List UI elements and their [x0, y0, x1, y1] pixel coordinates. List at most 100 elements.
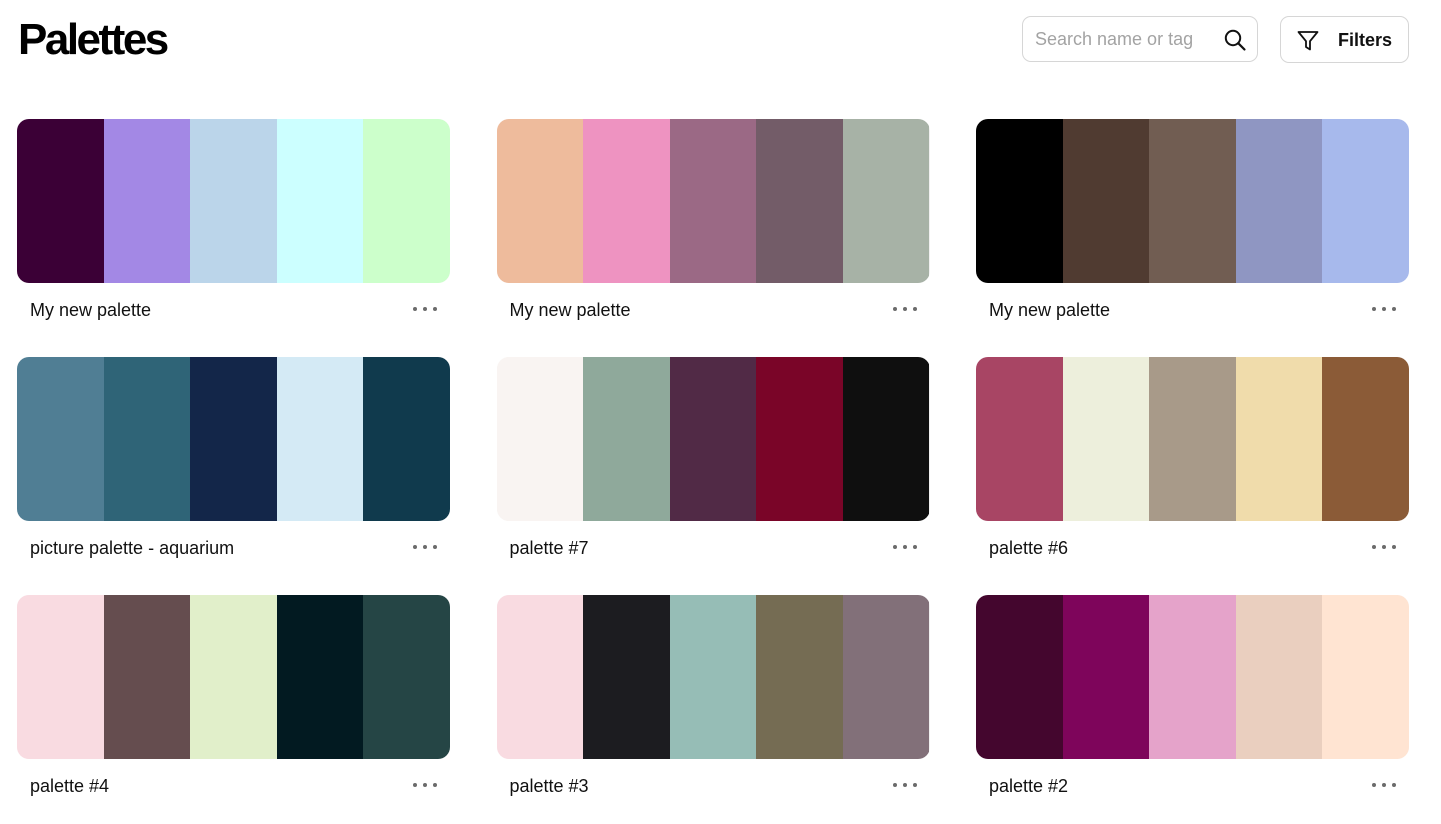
color-swatch[interactable]	[1322, 357, 1409, 521]
palette-card[interactable]: palette #2	[976, 595, 1409, 801]
filter-icon	[1297, 31, 1319, 51]
color-swatch[interactable]	[496, 357, 584, 521]
palette-name[interactable]: palette #6	[989, 538, 1068, 558]
palette-swatches[interactable]	[17, 357, 450, 521]
color-swatch[interactable]	[756, 119, 843, 283]
palette-swatches[interactable]	[17, 595, 450, 759]
color-swatch[interactable]	[103, 119, 191, 283]
color-swatch[interactable]	[103, 357, 191, 521]
color-swatch[interactable]	[276, 595, 364, 759]
color-swatch[interactable]	[1149, 357, 1236, 521]
color-swatch[interactable]	[1062, 357, 1150, 521]
color-swatch[interactable]	[669, 357, 757, 521]
color-swatch[interactable]	[1235, 595, 1323, 759]
palette-swatches[interactable]	[496, 595, 930, 759]
color-swatch[interactable]	[17, 119, 104, 283]
color-swatch[interactable]	[1149, 595, 1236, 759]
palette-card[interactable]: palette #4	[17, 595, 450, 801]
color-swatch[interactable]	[190, 357, 277, 521]
palette-card[interactable]: palette #6	[976, 357, 1409, 563]
palette-name[interactable]: palette #4	[30, 776, 109, 796]
more-horizontal-icon	[892, 307, 917, 311]
card-footer: palette #2	[976, 759, 1409, 801]
color-swatch[interactable]	[496, 595, 584, 759]
palette-card[interactable]: picture palette - aquarium	[17, 357, 450, 563]
color-swatch[interactable]	[363, 595, 450, 759]
search-box[interactable]	[1022, 16, 1258, 62]
page-title: Palettes	[18, 15, 169, 64]
card-footer: palette #4	[17, 759, 450, 801]
card-footer: palette #7	[497, 521, 930, 563]
palette-swatches[interactable]	[17, 119, 450, 283]
color-swatch[interactable]	[276, 119, 364, 283]
more-horizontal-icon	[1372, 307, 1396, 311]
more-options-button[interactable]	[1371, 773, 1397, 797]
color-swatch[interactable]	[1062, 595, 1150, 759]
palette-swatches[interactable]	[496, 119, 930, 283]
color-swatch[interactable]	[276, 357, 364, 521]
more-options-button[interactable]	[892, 535, 918, 559]
color-swatch[interactable]	[583, 119, 670, 283]
color-swatch[interactable]	[363, 119, 450, 283]
color-swatch[interactable]	[756, 595, 843, 759]
more-horizontal-icon	[1372, 783, 1396, 787]
color-swatch[interactable]	[842, 357, 930, 521]
color-swatch[interactable]	[1235, 357, 1323, 521]
palette-card[interactable]: palette #7	[496, 357, 930, 563]
color-swatch[interactable]	[976, 119, 1063, 283]
more-horizontal-icon	[892, 783, 917, 787]
more-horizontal-icon	[1372, 545, 1396, 549]
color-swatch[interactable]	[363, 357, 450, 521]
color-swatch[interactable]	[190, 595, 277, 759]
search-icon[interactable]	[1223, 28, 1247, 52]
color-swatch[interactable]	[190, 119, 277, 283]
palette-swatches[interactable]	[976, 595, 1409, 759]
color-swatch[interactable]	[583, 357, 670, 521]
palette-card[interactable]: My new palette	[976, 119, 1409, 325]
more-options-button[interactable]	[412, 297, 438, 321]
color-swatch[interactable]	[842, 595, 930, 759]
palette-swatches[interactable]	[496, 357, 930, 521]
palette-name[interactable]: picture palette - aquarium	[30, 538, 234, 558]
more-options-button[interactable]	[412, 535, 438, 559]
color-swatch[interactable]	[103, 595, 191, 759]
header: Palettes Filters	[0, 0, 1441, 90]
more-options-button[interactable]	[1371, 297, 1397, 321]
more-horizontal-icon	[413, 783, 437, 787]
more-options-button[interactable]	[892, 297, 918, 321]
search-input[interactable]	[1035, 17, 1215, 61]
palette-card[interactable]: palette #3	[496, 595, 930, 801]
filters-button[interactable]: Filters	[1280, 16, 1409, 63]
palette-name[interactable]: My new palette	[989, 300, 1110, 320]
color-swatch[interactable]	[1322, 119, 1409, 283]
card-footer: My new palette	[497, 283, 930, 325]
color-swatch[interactable]	[1062, 119, 1150, 283]
color-swatch[interactable]	[1322, 595, 1409, 759]
color-swatch[interactable]	[583, 595, 670, 759]
palette-card[interactable]: My new palette	[496, 119, 930, 325]
color-swatch[interactable]	[17, 357, 104, 521]
palette-name[interactable]: palette #7	[510, 538, 589, 558]
palette-swatches[interactable]	[976, 119, 1409, 283]
palette-swatches[interactable]	[976, 357, 1409, 521]
color-swatch[interactable]	[842, 119, 930, 283]
more-options-button[interactable]	[1371, 535, 1397, 559]
color-swatch[interactable]	[496, 119, 584, 283]
more-options-button[interactable]	[892, 773, 918, 797]
color-swatch[interactable]	[669, 119, 757, 283]
color-swatch[interactable]	[976, 595, 1063, 759]
palette-name[interactable]: palette #2	[989, 776, 1068, 796]
palette-card[interactable]: My new palette	[17, 119, 450, 325]
palette-name[interactable]: My new palette	[30, 300, 151, 320]
palette-name[interactable]: My new palette	[510, 300, 631, 320]
color-swatch[interactable]	[1149, 119, 1236, 283]
color-swatch[interactable]	[17, 595, 104, 759]
color-swatch[interactable]	[1235, 119, 1323, 283]
color-swatch[interactable]	[669, 595, 757, 759]
card-footer: palette #6	[976, 521, 1409, 563]
more-options-button[interactable]	[412, 773, 438, 797]
more-horizontal-icon	[413, 545, 437, 549]
color-swatch[interactable]	[976, 357, 1063, 521]
color-swatch[interactable]	[756, 357, 843, 521]
palette-name[interactable]: palette #3	[510, 776, 589, 796]
